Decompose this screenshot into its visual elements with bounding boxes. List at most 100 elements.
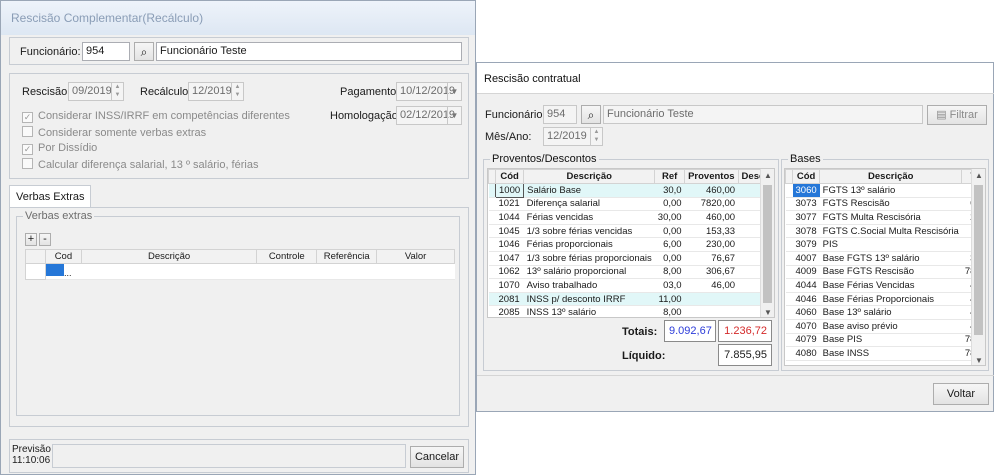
cell[interactable] [256, 263, 317, 280]
check-label: Considerar somente verbas extras [38, 127, 207, 139]
table-row[interactable]: 1021 Diferença salarial 0,00 7820,00 [488, 197, 774, 212]
row-indicator [785, 265, 793, 280]
row-indicator [785, 319, 793, 334]
pagamento-input[interactable]: 10/12/2019 ▼ [396, 82, 462, 101]
check-inss-irrf[interactable]: ✓ Considerar INSS/IRRF em competências di… [22, 110, 290, 123]
search-employee-button[interactable]: ⌕ [581, 105, 601, 124]
table-row[interactable]: 2085INSS 13º salário8,0024,53 [488, 305, 774, 317]
table-row[interactable]: 4044Base Férias Vencidas460,00 [785, 278, 985, 293]
search-employee-button[interactable]: ⌕ [134, 42, 154, 61]
cell[interactable] [316, 263, 377, 280]
table-row[interactable]: 1047 1/3 sobre férias proporcionais 0,00 76… [488, 251, 774, 266]
table-row[interactable]: 3073FGTS Rescisão629,28 [785, 197, 985, 212]
ref-cell: 8,00 [654, 265, 685, 280]
bases-scrollbar[interactable]: ▲ ▼ [971, 169, 985, 365]
scroll-thumb[interactable] [763, 185, 772, 303]
table-row[interactable]: 4070Base aviso prévio460,00 [785, 319, 985, 334]
binoculars-icon: ⌕ [587, 108, 595, 122]
row-header [25, 249, 46, 264]
spin-icon[interactable]: ▲ ▼ [111, 83, 123, 100]
cod-cell[interactable]: ... [45, 263, 82, 280]
table-row[interactable]: 4007Base FGTS 13º salário352,67 [785, 251, 985, 266]
selected-cell[interactable] [45, 264, 64, 276]
previsao-time: 11:10:06 [12, 455, 51, 466]
descricao-cell: Base PIS [819, 333, 962, 348]
table-row[interactable]: 1070 Aviso trabalhado 03,0 46,00 [488, 278, 774, 293]
descricao-cell: Base FGTS 13º salário [819, 251, 962, 266]
table-row[interactable]: 1044 Férias vencidas 30,00 460,00 [488, 210, 774, 225]
col-valor: Valor [376, 249, 455, 264]
scroll-thumb[interactable] [974, 185, 983, 335]
filter-button[interactable]: ▤ Filtrar [927, 105, 987, 125]
employee-label: Funcionário: [485, 109, 546, 121]
proventos-cell: 153,33 [684, 224, 739, 239]
check-somente-extras[interactable]: Considerar somente verbas extras [22, 126, 206, 139]
proventos-fieldset: Proventos/Descontos Cód Descrição Ref Pr… [483, 153, 779, 371]
table-row[interactable]: 3077FGTS Multa Rescisória251,71 [785, 210, 985, 225]
mesano-input[interactable]: 12/2019 ▲ ▼ [543, 127, 603, 146]
rescisao-input[interactable]: 09/2019 ▲ ▼ [68, 82, 124, 101]
table-row[interactable]: 3079PIS78,66 [785, 237, 985, 252]
row-indicator [785, 224, 793, 239]
tab-verbas-extras[interactable]: Verbas Extras [9, 185, 92, 208]
check-diferenca-salarial[interactable]: Calcular diferença salarial, 13 º salári… [22, 158, 258, 171]
ref-cell: 0,00 [654, 197, 685, 212]
cod-cell: 3060 [792, 183, 820, 198]
spin-icon[interactable]: ▲ ▼ [231, 83, 243, 100]
cod-cell: 4060 [792, 305, 820, 320]
descricao-cell: FGTS 13º salário [819, 183, 962, 198]
cod-cell: 3077 [792, 210, 820, 225]
scroll-down-icon[interactable]: ▼ [761, 308, 774, 317]
scroll-down-icon[interactable]: ▼ [972, 356, 985, 365]
employee-code-input[interactable]: 954 [82, 42, 130, 61]
employee-name-input[interactable]: Funcionário Teste [156, 42, 462, 61]
voltar-button[interactable]: Voltar [933, 383, 989, 405]
table-row[interactable]: 1045 1/3 sobre férias vencidas 0,00 153,33 [488, 224, 774, 239]
chevron-down-icon[interactable]: ▼ [447, 83, 461, 100]
employee-name-input[interactable]: Funcionário Teste [603, 105, 923, 124]
cell[interactable] [81, 263, 257, 280]
descricao-cell: Salário Base [523, 183, 655, 198]
recalculo-input[interactable]: 12/2019 ▲ ▼ [188, 82, 244, 101]
proventos-cell: 46,00 [684, 278, 739, 293]
cod-cell: 2085 [495, 305, 524, 317]
row-header [488, 169, 496, 184]
table-row[interactable]: ... [25, 263, 455, 280]
table-row[interactable]: 4080Base INSS7866,00 [785, 346, 985, 361]
table-row[interactable]: 1000 Salário Base 30,0 460,00 [488, 183, 774, 198]
progress-area [52, 444, 406, 468]
table-row[interactable]: 2081INSS p/ desconto IRRF11,00602,63 [488, 292, 774, 307]
cod-cell: 4007 [792, 251, 820, 266]
divider [477, 93, 994, 94]
cod-cell: 1046 [495, 237, 524, 252]
table-row[interactable]: 4009Base FGTS Rescisão7866,00 [785, 265, 985, 280]
table-row[interactable]: 3078FGTS C.Social Multa Rescisória62,93 [785, 224, 985, 239]
spin-icon[interactable]: ▲ ▼ [590, 128, 602, 145]
remove-row-button[interactable]: - [39, 233, 51, 246]
rescisao-complementar-window: Rescisão Complementar(Recálculo) Funcion… [0, 0, 476, 475]
col-descricao: Descrição [819, 169, 963, 184]
table-row[interactable]: 4046Base Férias Proporcionais460,00 [785, 292, 985, 307]
homologacao-input[interactable]: 02/12/2019 ▼ [396, 106, 462, 125]
table-row[interactable]: 4060Base 13º salário460,00 [785, 305, 985, 320]
descricao-cell: INSS 13º salário [523, 305, 655, 317]
employee-code-input[interactable]: 954 [543, 105, 577, 124]
cancel-button[interactable]: Cancelar [410, 446, 464, 468]
cod-cell: 1044 [495, 210, 524, 225]
table-row[interactable]: 4079Base PIS7866,00 [785, 333, 985, 348]
cell[interactable] [376, 263, 455, 280]
check-dissidio[interactable]: ✓ Por Dissídio [22, 142, 97, 155]
row-indicator [488, 224, 496, 239]
ellipsis-button[interactable]: ... [64, 268, 72, 278]
scroll-up-icon[interactable]: ▲ [761, 171, 774, 180]
col-descricao: Descrição [80, 249, 258, 264]
table-row[interactable]: 1046 Férias proporcionais 6,00 230,00 [488, 237, 774, 252]
scroll-up-icon[interactable]: ▲ [972, 171, 985, 180]
chevron-down-icon[interactable]: ▼ [447, 107, 461, 124]
add-row-button[interactable]: + [25, 233, 37, 246]
table-row[interactable]: 1062 13º salário proporcional 8,00 306,67 [488, 265, 774, 280]
table-row[interactable]: 3060FGTS 13º salário28,21 [785, 183, 985, 198]
proventos-scrollbar[interactable]: ▲ ▼ [760, 169, 774, 317]
mesano-label: Mês/Ano: [485, 131, 532, 143]
descricao-cell: 1/3 sobre férias proporcionais [523, 251, 655, 266]
